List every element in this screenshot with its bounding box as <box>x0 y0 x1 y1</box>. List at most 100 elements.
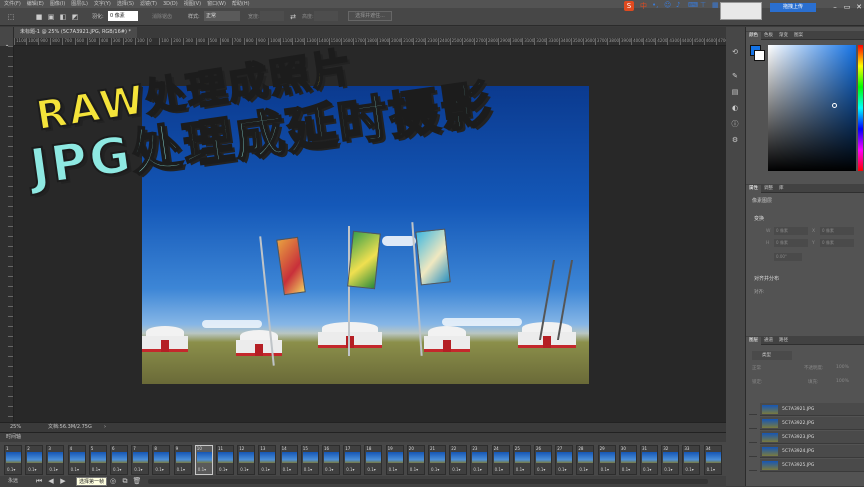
loop-select[interactable]: 永远 <box>8 476 18 487</box>
timeline-frame[interactable]: 13 0.1▾ <box>258 445 277 475</box>
maximize-icon[interactable]: ▭ <box>842 2 852 12</box>
frame-duration[interactable]: 0.1▾ <box>389 467 397 472</box>
timeline-frame[interactable]: 22 0.1▾ <box>449 445 468 475</box>
frame-duration[interactable]: 0.1▾ <box>473 467 481 472</box>
first-frame-icon[interactable]: ⏮ <box>34 476 44 486</box>
frame-duration[interactable]: 0.1▾ <box>113 467 121 472</box>
frame-duration[interactable]: 0.1▾ <box>622 467 630 472</box>
w-input[interactable]: 0 像素 <box>774 227 808 235</box>
timeline-frame[interactable]: 19 0.1▾ <box>385 445 404 475</box>
timeline-frame[interactable]: 21 0.1▾ <box>428 445 446 475</box>
frame-duration[interactable]: 0.1▾ <box>346 467 354 472</box>
select-mask-button[interactable]: 选择并遮住... <box>348 11 392 21</box>
blend-mode-select[interactable]: 正常 <box>752 365 761 371</box>
timeline-frame[interactable]: 2 0.1▾ <box>25 445 44 475</box>
timeline-frame[interactable]: 16 0.1▾ <box>322 445 340 475</box>
timeline-frame[interactable]: 28 0.1▾ <box>576 445 595 475</box>
menu-item[interactable]: 3D(D) <box>163 0 178 8</box>
frame-duration[interactable]: 0.1▾ <box>283 467 291 472</box>
close-icon[interactable]: ✕ <box>854 2 864 12</box>
layer-row[interactable]: 5C7A3924.JPG <box>760 445 864 458</box>
panel-tab[interactable]: 渐变 <box>776 32 791 40</box>
timeline-frame[interactable]: 4 0.1▾ <box>67 445 86 475</box>
emoji-icon[interactable]: ☺ <box>664 1 671 9</box>
layer-kind-filter[interactable]: 类型 <box>752 351 792 360</box>
swatches-icon[interactable]: ▤ <box>730 87 740 97</box>
menu-item[interactable]: 图像(I) <box>50 0 65 8</box>
tween-icon[interactable]: ◎ <box>108 476 118 486</box>
timeline-frame[interactable]: 3 0.1▾ <box>46 445 65 475</box>
frame-duration[interactable]: 0.1▾ <box>601 467 609 472</box>
timeline-frame[interactable]: 11 0.1▾ <box>216 445 234 475</box>
menu-item[interactable]: 选择(S) <box>117 0 134 8</box>
color-picker-cursor[interactable] <box>832 103 837 108</box>
timeline-frame[interactable]: 32 0.1▾ <box>661 445 680 475</box>
menu-item[interactable]: 文件(F) <box>4 0 21 8</box>
grid-icon[interactable]: ▦ <box>712 1 719 9</box>
shirt-icon[interactable]: ⊤ <box>700 1 706 9</box>
frame-duration[interactable]: 0.1▾ <box>495 467 503 472</box>
layer-visibility-toggle[interactable] <box>749 431 757 443</box>
panel-tab[interactable]: 库 <box>776 185 787 193</box>
timeline-frame[interactable]: 30 0.1▾ <box>618 445 637 475</box>
frame-duration[interactable]: 0.1▾ <box>177 467 185 472</box>
timeline-frame[interactable]: 26 0.1▾ <box>534 445 552 475</box>
frame-duration[interactable]: 0.1▾ <box>261 467 269 472</box>
panel-tab[interactable]: 色板 <box>761 32 776 40</box>
color-picker-field[interactable] <box>768 45 856 171</box>
y-input[interactable]: 0 像素 <box>820 239 854 247</box>
swap-icon[interactable]: ⇄ <box>288 12 298 22</box>
timeline-frame[interactable]: 15 0.1▾ <box>300 445 319 475</box>
frame-duration[interactable]: 0.1▾ <box>410 467 418 472</box>
intersect-selection-icon[interactable]: ◩ <box>70 12 80 22</box>
status-menu-arrow-icon[interactable]: › <box>104 423 106 432</box>
timeline-frame[interactable]: 14 0.1▾ <box>279 445 298 475</box>
frame-duration[interactable]: 0.1▾ <box>49 467 57 472</box>
panel-tab[interactable]: 图案 <box>791 32 806 40</box>
panel-tab[interactable]: 通道 <box>761 337 776 345</box>
add-selection-icon[interactable]: ▣ <box>46 12 56 22</box>
punct-icon[interactable]: •, <box>652 1 658 9</box>
antialias-checkbox[interactable]: 消除锯齿 <box>152 13 172 20</box>
fill-value[interactable]: 100% <box>836 379 849 384</box>
panel-tab[interactable]: 图层 <box>746 337 761 345</box>
menu-item[interactable]: 编辑(E) <box>27 0 44 8</box>
delete-frame-icon[interactable]: 🗑 <box>132 476 142 486</box>
panel-tab[interactable]: 属性 <box>746 185 761 193</box>
timeline-frame[interactable]: 18 0.1▾ <box>364 445 383 475</box>
height-input[interactable] <box>314 11 338 21</box>
menu-item[interactable]: 帮助(H) <box>232 0 250 8</box>
subtract-selection-icon[interactable]: ◧ <box>58 12 68 22</box>
menu-item[interactable]: 窗口(W) <box>207 0 226 8</box>
menu-item[interactable]: 视图(V) <box>184 0 201 8</box>
play-icon[interactable]: ▶ <box>58 476 68 486</box>
frame-duration[interactable]: 0.1▾ <box>579 467 587 472</box>
frame-duration[interactable]: 0.1▾ <box>92 467 100 472</box>
frame-duration[interactable]: 0.1▾ <box>198 467 206 472</box>
frame-duration[interactable]: 0.1▾ <box>643 467 651 472</box>
frame-duration[interactable]: 0.1▾ <box>707 467 715 472</box>
brush-icon[interactable]: ✎ <box>730 71 740 81</box>
layer-row[interactable]: 5C7A3925.JPG <box>760 459 864 472</box>
mic-icon[interactable]: ♪ <box>676 1 680 9</box>
background-color-swatch[interactable] <box>754 50 765 61</box>
layer-row[interactable]: 5C7A3923.JPG <box>760 431 864 444</box>
frame-duration[interactable]: 0.1▾ <box>537 467 545 472</box>
timeline-frame[interactable]: 29 0.1▾ <box>597 445 616 475</box>
adjust-icon[interactable]: ◐ <box>730 103 740 113</box>
plugin-icon[interactable]: ⚙ <box>730 135 740 145</box>
frame-duration[interactable]: 0.1▾ <box>516 467 524 472</box>
panel-tab[interactable]: 路径 <box>776 337 791 345</box>
timeline-frame[interactable]: 10 0.1▾ <box>194 445 213 475</box>
minimize-icon[interactable]: – <box>830 2 840 12</box>
frame-duration[interactable]: 0.1▾ <box>7 467 15 472</box>
layer-visibility-toggle[interactable] <box>749 459 757 471</box>
zoom-level[interactable]: 25% <box>10 423 21 432</box>
duplicate-frame-icon[interactable]: ⧉ <box>120 476 130 486</box>
panel-tab[interactable]: 调整 <box>761 185 776 193</box>
feather-input[interactable]: 0 像素 <box>108 11 138 21</box>
timeline-frame[interactable]: 33 0.1▾ <box>682 445 701 475</box>
align-label[interactable]: 对齐并分布 <box>754 275 779 282</box>
frame-duration[interactable]: 0.1▾ <box>367 467 375 472</box>
frame-duration[interactable]: 0.1▾ <box>71 467 79 472</box>
